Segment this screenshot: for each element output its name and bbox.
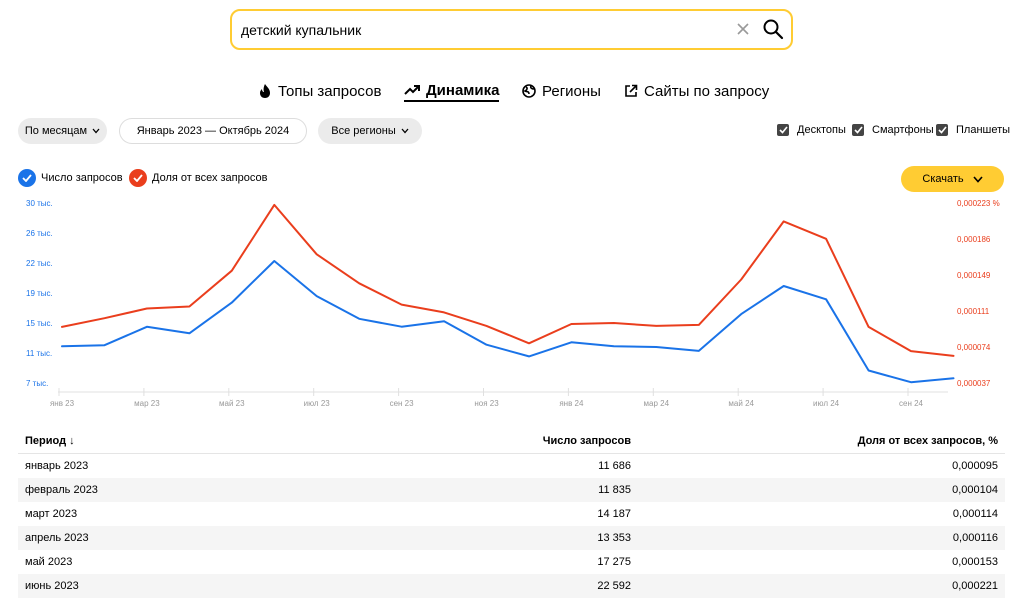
legend-count[interactable]: Число запросов bbox=[18, 169, 123, 187]
x-tick-label: мар 24 bbox=[644, 399, 670, 408]
checkbox-icon bbox=[777, 124, 789, 136]
column-header-count[interactable]: Число запросов bbox=[543, 428, 631, 453]
tab-top-queries[interactable]: Топы запросов bbox=[258, 80, 381, 102]
period-select[interactable]: По месяцам bbox=[18, 118, 107, 144]
clear-icon[interactable] bbox=[733, 19, 753, 39]
cell-count: 11 835 bbox=[598, 484, 631, 496]
checkbox-tablets[interactable]: Планшеты bbox=[936, 124, 1010, 136]
table-row: март 2023 14 187 0,000114 bbox=[18, 502, 1005, 526]
chevron-down-icon bbox=[973, 175, 983, 183]
cell-period: март 2023 bbox=[25, 508, 78, 520]
search-bar[interactable]: детский купальник bbox=[230, 9, 793, 50]
cell-period: февраль 2023 bbox=[25, 484, 98, 496]
date-range-picker[interactable]: Январь 2023 — Октябрь 2024 bbox=[119, 118, 307, 144]
y-right-tick-label: 0,000111 bbox=[957, 307, 990, 316]
y-right-tick-label: 0,000149 bbox=[957, 271, 991, 280]
period-label: По месяцам bbox=[24, 125, 88, 137]
checkbox-smartphones[interactable]: Смартфоны bbox=[852, 124, 934, 136]
x-tick-label: июл 23 bbox=[304, 399, 331, 408]
checkbox-desktop[interactable]: Десктопы bbox=[777, 124, 846, 136]
y-left-tick-label: 30 тыс. bbox=[26, 199, 53, 208]
check-icon bbox=[129, 169, 147, 187]
x-tick-label: янв 24 bbox=[559, 399, 584, 408]
download-label: Скачать bbox=[922, 173, 964, 185]
checkbox-label: Десктопы bbox=[797, 124, 846, 136]
table-header: Период ↓ Число запросов Доля от всех зап… bbox=[18, 428, 1005, 454]
tab-sites[interactable]: Сайты по запросу bbox=[624, 80, 769, 102]
legend-label: Число запросов bbox=[41, 172, 123, 184]
x-tick-label: сен 23 bbox=[390, 399, 415, 408]
cell-share: 0,000104 bbox=[952, 484, 998, 496]
data-table: Период ↓ Число запросов Доля от всех зап… bbox=[18, 428, 1005, 598]
tab-label: Сайты по запросу bbox=[644, 82, 770, 100]
y-right-tick-label: 0,000186 bbox=[957, 235, 991, 244]
chevron-down-icon bbox=[92, 128, 100, 134]
search-input[interactable]: детский купальник bbox=[241, 22, 361, 38]
download-button[interactable]: Скачать bbox=[901, 166, 1004, 192]
x-tick-label: май 24 bbox=[728, 399, 754, 408]
regions-select[interactable]: Все регионы bbox=[318, 118, 422, 144]
x-tick-label: ноя 23 bbox=[474, 399, 499, 408]
table-row: июнь 2023 22 592 0,000221 bbox=[18, 574, 1005, 598]
legend-label: Доля от всех запросов bbox=[152, 172, 268, 184]
check-icon bbox=[18, 169, 36, 187]
series-line-share bbox=[61, 203, 955, 357]
cell-share: 0,000221 bbox=[952, 580, 998, 592]
y-left-tick-label: 19 тыс. bbox=[26, 289, 53, 298]
cell-share: 0,000095 bbox=[952, 460, 998, 472]
table-row: февраль 2023 11 835 0,000104 bbox=[18, 478, 1005, 502]
fire-icon bbox=[260, 84, 270, 98]
line-chart: 30 тыс. 26 тыс. 22 тыс. 19 тыс. 15 тыс. 11 ты… bbox=[26, 199, 1000, 408]
table-row: апрель 2023 13 353 0,000116 bbox=[18, 526, 1005, 550]
x-tick-label: мар 23 bbox=[134, 399, 160, 408]
regions-label: Все регионы bbox=[331, 125, 396, 137]
chevron-down-icon bbox=[401, 128, 409, 134]
series-line-count bbox=[61, 260, 955, 384]
y-left-tick-label: 22 тыс. bbox=[26, 259, 53, 268]
cell-share: 0,000114 bbox=[952, 508, 998, 520]
cell-count: 17 275 bbox=[597, 556, 631, 568]
cell-share: 0,000153 bbox=[952, 556, 998, 568]
y-right-tick-label: 0,000037 bbox=[957, 379, 991, 388]
y-left-tick-label: 15 тыс. bbox=[26, 319, 53, 328]
column-header-share[interactable]: Доля от всех запросов, % bbox=[858, 428, 998, 453]
cell-period: июнь 2023 bbox=[25, 580, 79, 592]
x-tick-label: июл 24 bbox=[813, 399, 840, 408]
y-left-tick-label: 7 тыс. bbox=[26, 379, 48, 388]
search-icon[interactable] bbox=[762, 18, 784, 40]
table-row: май 2023 17 275 0,000153 bbox=[18, 550, 1005, 574]
checkbox-label: Смартфоны bbox=[872, 124, 934, 136]
y-left-tick-label: 11 тыс. bbox=[26, 349, 52, 358]
checkbox-label: Планшеты bbox=[956, 124, 1011, 136]
x-tick-label: янв 23 bbox=[50, 399, 75, 408]
legend-share[interactable]: Доля от всех запросов bbox=[129, 169, 267, 187]
cell-count: 13 353 bbox=[597, 532, 631, 544]
table-row: январь 2023 11 686 0,000095 bbox=[18, 454, 1005, 478]
date-range-label: Январь 2023 — Октябрь 2024 bbox=[136, 125, 290, 137]
column-header-period[interactable]: Период ↓ bbox=[25, 428, 75, 453]
cell-count: 22 592 bbox=[597, 580, 631, 592]
tab-label: Регионы bbox=[542, 82, 601, 100]
x-tick-label: май 23 bbox=[219, 399, 245, 408]
tab-label: Топы запросов bbox=[278, 82, 382, 100]
cell-count: 11 686 bbox=[598, 460, 631, 472]
cell-count: 14 187 bbox=[597, 508, 631, 520]
trend-icon bbox=[404, 85, 420, 95]
y-right-tick-label: 0,000223 % bbox=[957, 199, 1000, 208]
tab-dynamics[interactable]: Динамика bbox=[404, 80, 500, 102]
x-tick-label: сен 24 bbox=[899, 399, 924, 408]
cell-period: май 2023 bbox=[25, 556, 73, 568]
y-right-tick-label: 0,000074 bbox=[957, 343, 991, 352]
external-link-icon bbox=[625, 84, 638, 97]
cell-share: 0,000116 bbox=[952, 532, 998, 544]
checkbox-icon bbox=[852, 124, 864, 136]
cell-period: январь 2023 bbox=[25, 460, 89, 472]
y-left-tick-label: 26 тыс. bbox=[26, 229, 53, 238]
cell-period: апрель 2023 bbox=[25, 532, 89, 544]
globe-icon bbox=[522, 84, 536, 98]
tab-label: Динамика bbox=[426, 81, 500, 99]
checkbox-icon bbox=[936, 124, 948, 136]
tab-regions[interactable]: Регионы bbox=[522, 80, 601, 102]
